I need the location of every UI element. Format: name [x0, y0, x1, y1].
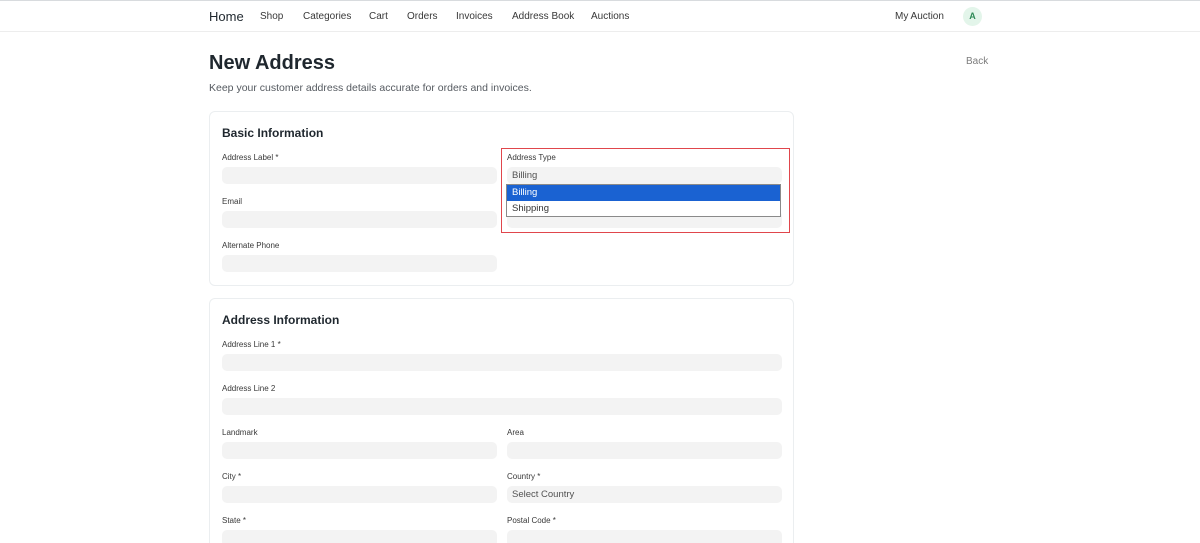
address-information-title: Address Information: [222, 313, 340, 327]
state-label: State *: [222, 516, 247, 525]
address-line1-label: Address Line 1 *: [222, 340, 281, 349]
page-subtitle: Keep your customer address details accur…: [209, 82, 532, 94]
state-input[interactable]: [222, 530, 497, 543]
back-link[interactable]: Back: [966, 56, 988, 67]
alternate-phone-input[interactable]: [222, 255, 497, 272]
address-type-dropdown[interactable]: Billing Shipping: [506, 184, 781, 217]
nav-link-orders[interactable]: Orders: [407, 11, 438, 22]
address-line2-label: Address Line 2: [222, 384, 276, 393]
country-label: Country *: [507, 472, 541, 481]
alternate-phone-label: Alternate Phone: [222, 241, 280, 250]
address-line2-input[interactable]: [222, 398, 782, 415]
address-line1-input[interactable]: [222, 354, 782, 371]
nav-link-invoices[interactable]: Invoices: [456, 11, 493, 22]
landmark-input[interactable]: [222, 442, 497, 459]
landmark-label: Landmark: [222, 428, 258, 437]
postal-code-label: Postal Code *: [507, 516, 556, 525]
user-avatar[interactable]: A: [963, 7, 982, 26]
my-auction-link[interactable]: My Auction: [895, 11, 944, 22]
nav-link-auctions[interactable]: Auctions: [591, 11, 629, 22]
page-title: New Address: [209, 52, 335, 74]
home-link[interactable]: Home: [209, 9, 244, 24]
option-billing[interactable]: Billing: [507, 185, 780, 201]
top-navbar: Home Shop Categories Cart Orders Invoice…: [0, 0, 1200, 32]
city-input[interactable]: [222, 486, 497, 503]
option-shipping[interactable]: Shipping: [507, 201, 780, 217]
postal-code-input[interactable]: [507, 530, 782, 543]
nav-link-categories[interactable]: Categories: [303, 11, 351, 22]
nav-link-shop[interactable]: Shop: [260, 11, 283, 22]
area-label: Area: [507, 428, 524, 437]
country-select[interactable]: Select Country: [507, 486, 782, 503]
nav-link-address-book[interactable]: Address Book: [512, 11, 574, 22]
basic-information-title: Basic Information: [222, 126, 324, 140]
address-label-input[interactable]: [222, 167, 497, 184]
address-label-label: Address Label *: [222, 153, 279, 162]
email-input[interactable]: [222, 211, 497, 228]
nav-link-cart[interactable]: Cart: [369, 11, 388, 22]
email-label: Email: [222, 197, 243, 206]
area-input[interactable]: [507, 442, 782, 459]
address-information-card: Address Information Address Line 1 * Add…: [209, 298, 794, 543]
city-label: City *: [222, 472, 242, 481]
